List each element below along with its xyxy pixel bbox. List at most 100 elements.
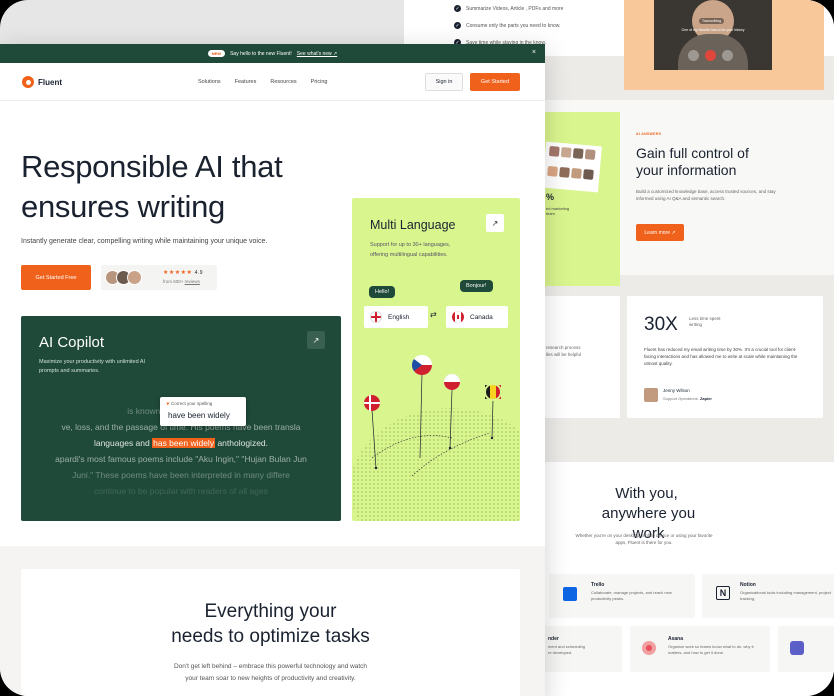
multi-language-card: Multi Language ↗ Support for up to 30+ l… bbox=[352, 198, 520, 521]
source-language-select[interactable]: English bbox=[364, 306, 428, 328]
suggestion-text: have been widely bbox=[168, 411, 230, 420]
avatar bbox=[644, 388, 658, 402]
trello-icon bbox=[563, 587, 577, 601]
stat-card-left: research process lles will be helpful bbox=[544, 296, 620, 418]
person-name: Jenny Wilson bbox=[663, 388, 690, 393]
avatar bbox=[548, 145, 560, 157]
sample-text-line: Juni." These poems have been interpreted… bbox=[72, 470, 290, 480]
close-icon[interactable]: × bbox=[532, 49, 536, 56]
testimonial-quote: Fluent has reduced my email writing time… bbox=[644, 347, 798, 366]
nav-item-features[interactable]: Features bbox=[235, 79, 257, 85]
multilang-title: Multi Language bbox=[370, 218, 456, 232]
check-item: ✓ Consume only the parts you need to kno… bbox=[454, 17, 644, 34]
reviewer-avatars bbox=[105, 270, 142, 285]
bonjour-bubble: Bonjour! bbox=[460, 280, 493, 292]
spelling-suggestion-popup[interactable]: ❦ Correct your spelling have been widely bbox=[160, 397, 246, 426]
section-tag: AI ANSWERS bbox=[636, 132, 662, 136]
belgium-flag-icon bbox=[484, 383, 502, 401]
sample-text-line: continue to be popular with readers of a… bbox=[94, 486, 268, 496]
avatar bbox=[572, 148, 584, 159]
screenshot-canvas: ✓ Summarize Videos, Article , PDFs and m… bbox=[0, 0, 834, 696]
nav-item-resources[interactable]: Resources bbox=[270, 79, 296, 85]
integrations-section: With you, anywhere you work Whether you'… bbox=[544, 462, 834, 696]
swap-icon[interactable]: ⇄ bbox=[430, 310, 437, 319]
sparkle-icon: ❦ bbox=[166, 401, 170, 406]
app-card-trello[interactable]: Trello Collaborate, manage projects, and… bbox=[549, 574, 695, 618]
testimonial-card: 30X Less time spent writing Fluent has r… bbox=[627, 296, 823, 418]
percent-caption: ed marketing team bbox=[546, 206, 570, 216]
check-item: ✓ Summarize Videos, Article , PDFs and m… bbox=[454, 0, 644, 17]
target-language-select[interactable]: Canada bbox=[446, 306, 508, 328]
transcribing-label: Transcribing bbox=[699, 18, 725, 24]
check-text: Consume only the parts you need to know. bbox=[466, 22, 561, 29]
sample-text-line: apardi's most famous poems include "Aku … bbox=[55, 454, 307, 464]
globe-dots bbox=[352, 408, 520, 521]
end-call-button[interactable] bbox=[705, 50, 716, 61]
mic-toggle-button[interactable] bbox=[722, 50, 733, 61]
learn-more-button[interactable]: Learn more ↗ bbox=[636, 224, 684, 241]
stat-label: Less time spent writing bbox=[689, 316, 721, 327]
avatar bbox=[560, 147, 572, 158]
hello-bubble: Hello! bbox=[369, 286, 396, 298]
integrations-desc: Whether you're on your desktop, mobile d… bbox=[575, 533, 713, 545]
tasks-section: Everything your needs to optimize tasks … bbox=[21, 569, 520, 696]
brand-logo[interactable]: Fluent bbox=[22, 76, 62, 88]
avatar bbox=[582, 169, 594, 180]
avatar bbox=[584, 149, 596, 160]
nav-item-solutions[interactable]: Solutions bbox=[198, 79, 221, 85]
denmark-flag-icon bbox=[364, 395, 380, 411]
main-page: NEW Say hello to the new Fluent! See wha… bbox=[0, 44, 545, 696]
call-controls bbox=[688, 50, 733, 61]
avatar bbox=[559, 166, 570, 178]
video-panel: One of my favorite has to be your histor… bbox=[624, 0, 824, 90]
team-panel: % ed marketing team bbox=[542, 112, 620, 286]
get-started-free-button[interactable]: Get Started Free bbox=[21, 265, 91, 290]
app-card-teams[interactable] bbox=[778, 626, 834, 672]
suggestion-label: ❦ Correct your spelling bbox=[166, 401, 213, 406]
app-card-asana[interactable]: Asana Organize work so teams know what t… bbox=[630, 626, 770, 672]
app-card-partial[interactable]: nder ment and scheduling re developed. bbox=[544, 626, 622, 672]
poland-flag-icon bbox=[443, 373, 461, 391]
avatar-grid bbox=[542, 141, 602, 193]
teams-icon bbox=[790, 641, 804, 655]
england-flag-icon bbox=[370, 311, 382, 323]
new-badge: NEW bbox=[207, 50, 226, 57]
app-card-notion[interactable]: N Notion Organizational tools including … bbox=[702, 574, 834, 618]
multilang-desc: Support for up to 30+ languages, offerin… bbox=[370, 242, 451, 258]
check-icon: ✓ bbox=[454, 22, 461, 29]
percent-value: % bbox=[546, 192, 555, 202]
rating-widget: ★★★★★ 4.9 from 600+ reviews bbox=[101, 265, 217, 290]
rating-source: from 600+ reviews bbox=[163, 279, 200, 284]
video-toggle-button[interactable] bbox=[688, 50, 699, 61]
announcement-bar: NEW Say hello to the new Fluent! See wha… bbox=[0, 44, 545, 63]
brand-name: Fluent bbox=[38, 77, 62, 87]
copilot-title: AI Copilot bbox=[39, 334, 105, 351]
video-caption: One of my favorite has to be your histor… bbox=[681, 28, 745, 32]
notion-icon: N bbox=[716, 586, 730, 600]
canada-flag-icon bbox=[452, 311, 464, 323]
control-title: Gain full control of your information bbox=[636, 145, 749, 178]
get-started-button[interactable]: Get Started bbox=[470, 73, 520, 91]
check-text: Summarize Videos, Article , PDFs and mor… bbox=[466, 5, 564, 12]
avatar bbox=[547, 165, 558, 177]
navbar: Fluent Solutions Features Resources Pric… bbox=[0, 63, 545, 101]
arrow-up-right-icon[interactable]: ↗ bbox=[486, 214, 504, 232]
star-rating: ★★★★★ 4.9 bbox=[163, 270, 204, 276]
avatar bbox=[127, 270, 142, 285]
ai-copilot-card: AI Copilot Maximize your productivity wi… bbox=[21, 316, 341, 521]
video-call-frame: One of my favorite has to be your histor… bbox=[654, 0, 772, 70]
hero-title: Responsible AI that ensures writing bbox=[21, 149, 283, 224]
logo-icon bbox=[22, 76, 34, 88]
hero-subtitle: Instantly generate clear, compelling wri… bbox=[21, 238, 268, 245]
arrow-up-right-icon[interactable]: ↗ bbox=[307, 331, 325, 349]
stat-left-text: research process lles will be helpful bbox=[546, 345, 582, 357]
tasks-desc: Don't get left behind – embrace this pow… bbox=[173, 663, 368, 682]
nav-menu: Solutions Features Resources Pricing bbox=[198, 79, 327, 85]
nav-item-pricing[interactable]: Pricing bbox=[311, 79, 328, 85]
banner-link[interactable]: See what's new ↗ bbox=[297, 51, 337, 57]
control-desc: Build a customized knowledge base, acces… bbox=[636, 189, 776, 201]
person-role: Support Operations, Zapier bbox=[663, 396, 712, 401]
signin-button[interactable]: Sign in bbox=[425, 73, 463, 91]
check-icon: ✓ bbox=[454, 5, 461, 12]
copilot-desc: Maximize your productivity with unlimite… bbox=[39, 359, 146, 374]
